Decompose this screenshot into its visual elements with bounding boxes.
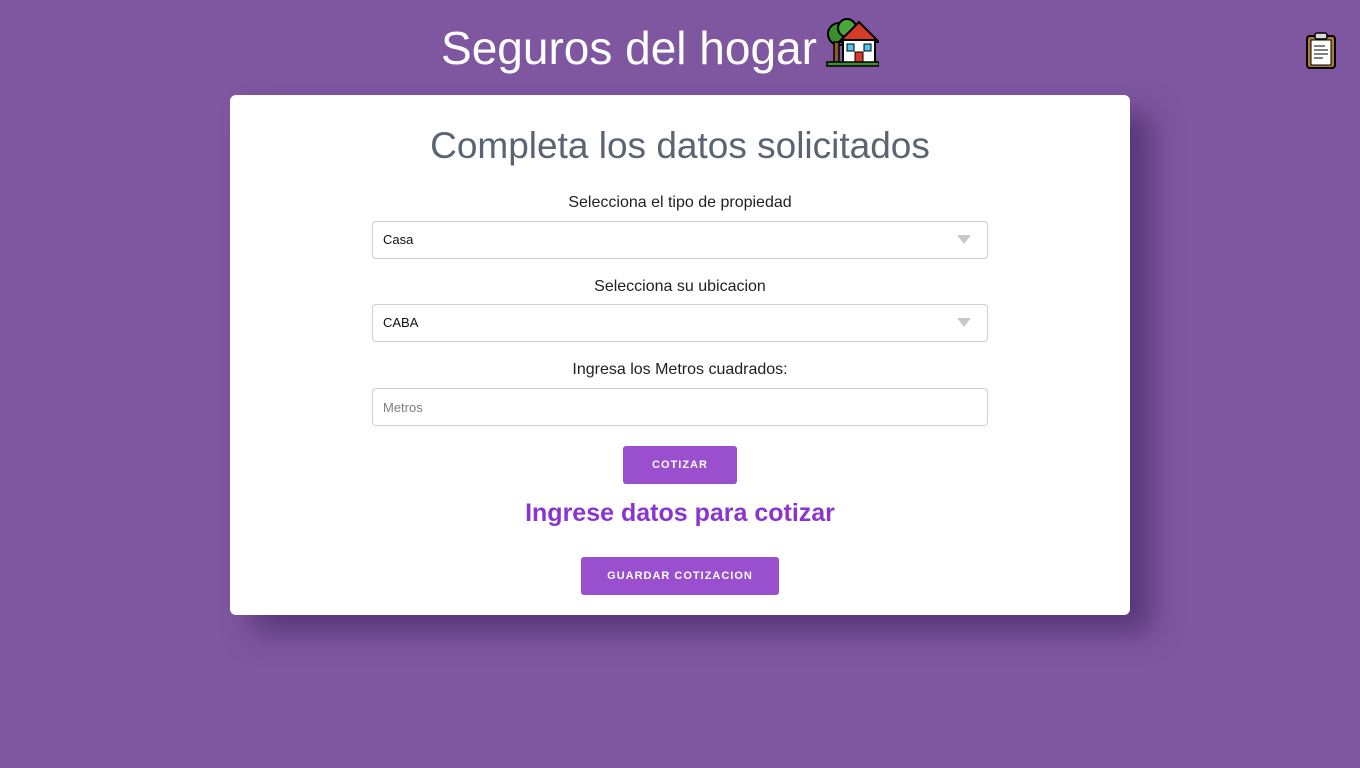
quote-button[interactable]: COTIZAR: [623, 446, 737, 484]
property-type-value: Casa: [383, 232, 414, 247]
clipboard-icon[interactable]: [1305, 32, 1337, 70]
quote-form-card: Completa los datos solicitados Seleccion…: [230, 95, 1130, 615]
save-quote-button[interactable]: GUARDAR COTIZACION: [581, 557, 779, 595]
chevron-down-icon: [957, 318, 971, 327]
property-type-select[interactable]: Casa: [372, 221, 988, 259]
location-value: CABA: [383, 315, 419, 330]
quote-result-text: Ingrese datos para cotizar: [525, 499, 835, 527]
square-meters-label: Ingresa los Metros cuadrados:: [572, 361, 788, 378]
page-header: Seguros del hogar: [0, 0, 1360, 95]
property-type-label: Selecciona el tipo de propiedad: [568, 194, 792, 211]
form-heading: Completa los datos solicitados: [430, 125, 930, 166]
house-with-garden-icon: [825, 16, 882, 80]
chevron-down-icon: [957, 235, 971, 244]
location-select[interactable]: CABA: [372, 304, 988, 342]
location-label: Selecciona su ubicacion: [594, 278, 766, 295]
page-title: Seguros del hogar: [0, 18, 1320, 84]
square-meters-input[interactable]: [373, 389, 987, 425]
page-title-text: Seguros del hogar: [441, 22, 817, 75]
square-meters-field: [372, 388, 988, 426]
